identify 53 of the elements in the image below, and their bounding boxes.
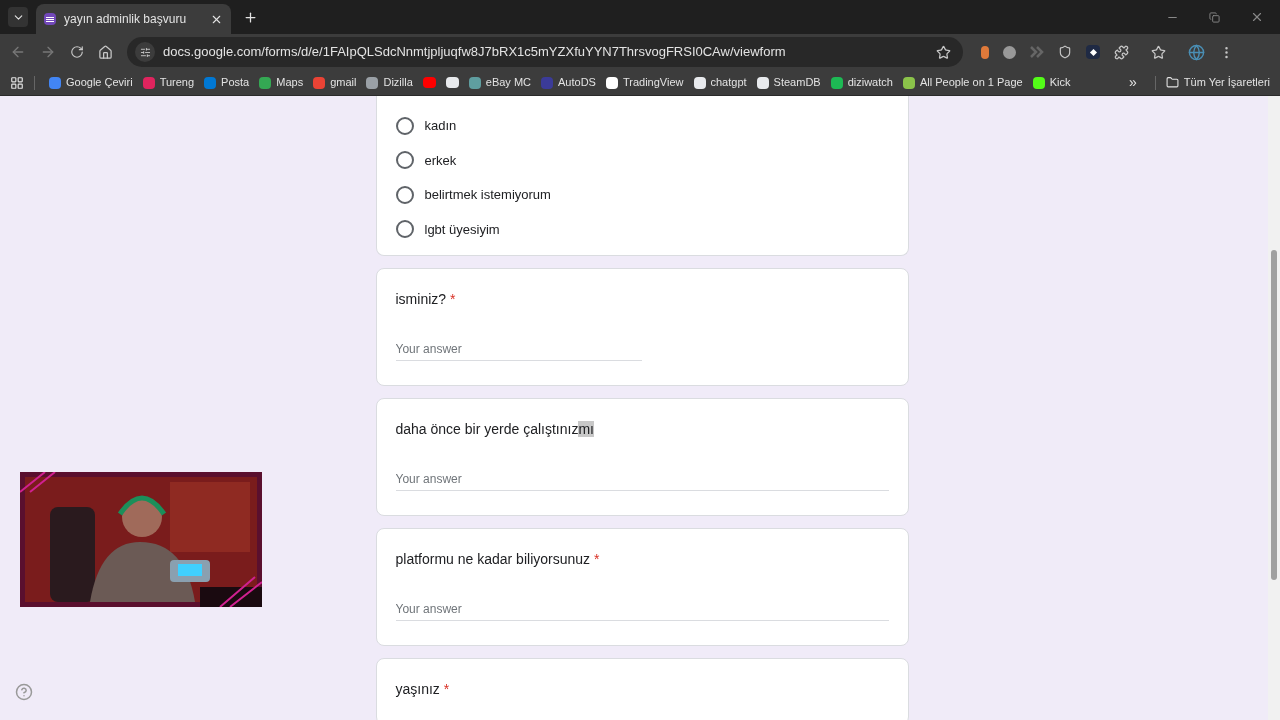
tab-list-button[interactable] [8,7,28,27]
shield-icon[interactable] [1058,45,1072,59]
bookmark-icon[interactable] [445,77,459,88]
bookmark-link[interactable]: AutoDS [541,74,596,91]
option-label: belirtmek istemiyorum [424,186,551,204]
reload-icon[interactable] [70,45,84,59]
all-bookmarks-folder[interactable]: Tüm Yer İşaretleri [1165,74,1270,91]
bookmark-star-icon[interactable] [936,44,951,60]
folder-icon [1165,76,1179,89]
radio-button[interactable] [395,151,414,170]
bookmark-link[interactable]: Dizilla [366,74,413,91]
tab-title: yayın adminlik başvuru [64,11,188,28]
bookmark-link[interactable]: Kick [1032,74,1071,91]
browser-tab[interactable]: yayın adminlik başvuru [36,4,231,34]
bookmark-link[interactable]: Google Çeviri [49,74,133,91]
close-icon[interactable] [1250,10,1264,24]
answer-field[interactable]: Your answer [395,600,889,621]
question-title: isminiz? * [395,290,457,309]
radio-button[interactable] [395,185,414,204]
bookmark-link[interactable]: Tureng [142,74,195,91]
bookmarks-icon[interactable] [1151,44,1166,60]
forms-icon [44,13,56,25]
bookmark-link[interactable]: chatgpt [693,74,747,91]
restore-icon[interactable] [1209,11,1220,23]
extensions-icon[interactable] [1114,44,1129,60]
new-tab-icon[interactable] [243,9,258,25]
scrollbar-thumb[interactable] [1271,250,1277,580]
option-label: kadın [424,117,457,135]
answer-field[interactable]: Your answer [395,470,889,491]
option-label: erkek [424,151,457,170]
bookmark-link[interactable]: TradingView [605,74,684,91]
question-title: yaşınız * [395,680,451,699]
bookmark-link[interactable]: Posta [204,74,250,91]
avatar-icon[interactable] [1188,43,1205,61]
bookmark-link[interactable]: SteamDB [756,74,821,91]
question-title: platformu ne kadar biliyorsunuz * [395,550,601,569]
bookmark-link[interactable]: Maps [259,74,304,91]
option-label: lgbt üyesiyim [424,220,500,239]
bookmark-link[interactable]: diziwatch [830,74,893,91]
radio-button[interactable] [395,116,414,135]
url-text: docs.google.com/forms/d/e/1FAIpQLSdcNnmtjpljuqfw8J7bRX1c5mYZXfuYYN7ThrsvogFRSI0CAw/viewform [163,43,787,62]
home-icon[interactable] [98,44,113,60]
answer-field[interactable]: Your answer [395,340,642,361]
extension-icon[interactable] [1086,45,1100,59]
address-bar[interactable]: docs.google.com/forms/d/e/1FAIpQLSdcNnmtjpljuqfw8J7bRX1c5mYZXfuYYN7ThrsvogFRSI0CAw/viewform [127,37,963,67]
site-info-icon[interactable] [135,42,155,62]
bookmark-link[interactable]: All People on 1 Page [902,74,1023,91]
bookmark-link[interactable]: eBay MC [468,74,532,91]
question-title: daha önce bir yerde çalıştınızmı [395,420,595,439]
radio-button[interactable] [395,220,414,239]
bookmark-link[interactable]: gmail [313,74,357,91]
bookmarks-overflow-button[interactable]: » [1129,72,1137,93]
apps-icon[interactable] [10,75,24,90]
